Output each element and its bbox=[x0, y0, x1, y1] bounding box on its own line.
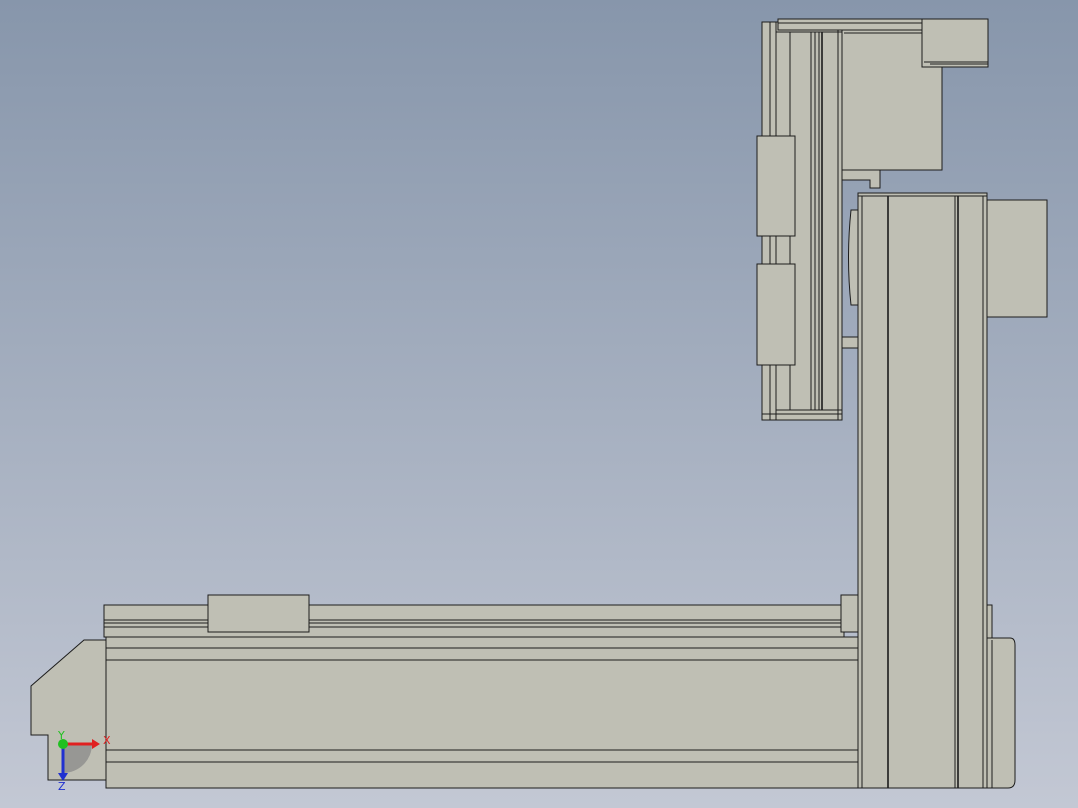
x-axis-actuator[interactable] bbox=[30, 594, 860, 789]
y-slider-pad-upper[interactable] bbox=[756, 135, 796, 237]
y-top-plate bbox=[777, 18, 925, 31]
y-motor-cap bbox=[921, 18, 989, 68]
y-slider-pad-lower[interactable] bbox=[756, 263, 796, 366]
assembly-drawing: X Y Z bbox=[30, 18, 1048, 793]
z-column-body bbox=[857, 192, 988, 789]
cad-viewport[interactable]: X Y Z bbox=[0, 0, 1078, 808]
x-motor-housing bbox=[984, 604, 1016, 789]
z-axis-column[interactable] bbox=[840, 192, 1048, 789]
triad-x-label: X bbox=[103, 734, 111, 747]
z-motor-block bbox=[986, 199, 1048, 318]
triad-z-label: Z bbox=[58, 780, 66, 793]
x-carriage[interactable] bbox=[207, 594, 310, 633]
triad-y-label: Y bbox=[57, 729, 65, 742]
x-end-block bbox=[840, 594, 860, 633]
